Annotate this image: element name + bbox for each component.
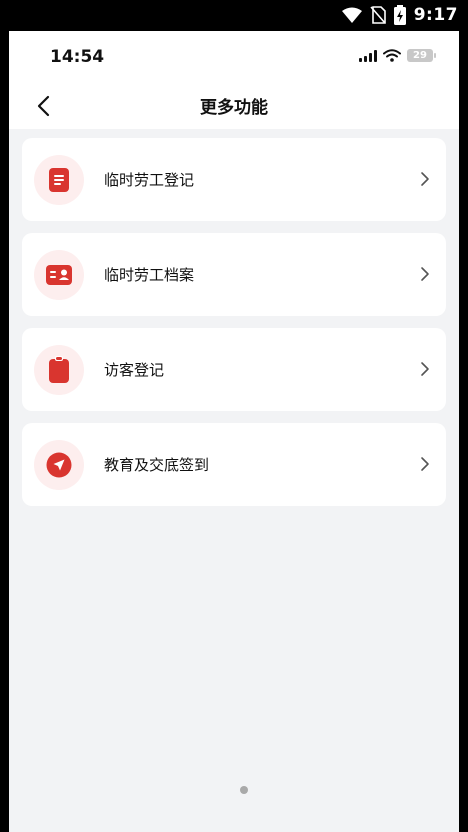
cellular-signal-icon [359,49,377,62]
android-system-bar: 9:17 [0,0,468,31]
battery-indicator: 29 [407,49,436,62]
icon-badge [34,250,84,300]
wifi-icon [383,49,401,62]
document-icon [49,168,69,192]
menu-item-label: 教育及交底签到 [104,456,210,474]
chevron-right-icon [418,453,432,475]
nav-bar: 更多功能 [9,83,459,129]
app-screen: 14:54 29 更多功能 临时劳工登记 临时劳工档案 访客登记 教育及交底签到 [9,31,459,832]
status-bar: 14:54 29 [9,31,459,83]
wifi-icon [341,7,362,23]
icon-badge [34,440,84,490]
status-time: 14:54 [50,47,105,67]
menu-item-temp-worker-registration[interactable]: 临时劳工登记 [22,138,446,221]
feature-list: 临时劳工登记 临时劳工档案 访客登记 教育及交底签到 [22,138,446,518]
menu-item-visitor-registration[interactable]: 访客登记 [22,328,446,411]
chevron-right-icon [418,168,432,190]
icon-badge [34,155,84,205]
chevron-right-icon [418,263,432,285]
menu-item-label: 访客登记 [104,361,165,379]
icon-badge [34,345,84,395]
page-title: 更多功能 [200,98,268,118]
page-indicator-dot [240,786,248,794]
id-card-icon [46,265,72,285]
chevron-right-icon [418,358,432,380]
battery-charging-icon [393,5,406,25]
visitor-note-icon [49,356,69,383]
menu-item-temp-worker-archive[interactable]: 临时劳工档案 [22,233,446,316]
menu-item-label: 临时劳工登记 [104,171,195,189]
menu-item-education-signin[interactable]: 教育及交底签到 [22,423,446,506]
system-time: 9:17 [413,5,458,25]
no-sim-icon [370,6,386,24]
menu-item-label: 临时劳工档案 [104,266,195,284]
navigation-arrow-icon [46,452,72,478]
